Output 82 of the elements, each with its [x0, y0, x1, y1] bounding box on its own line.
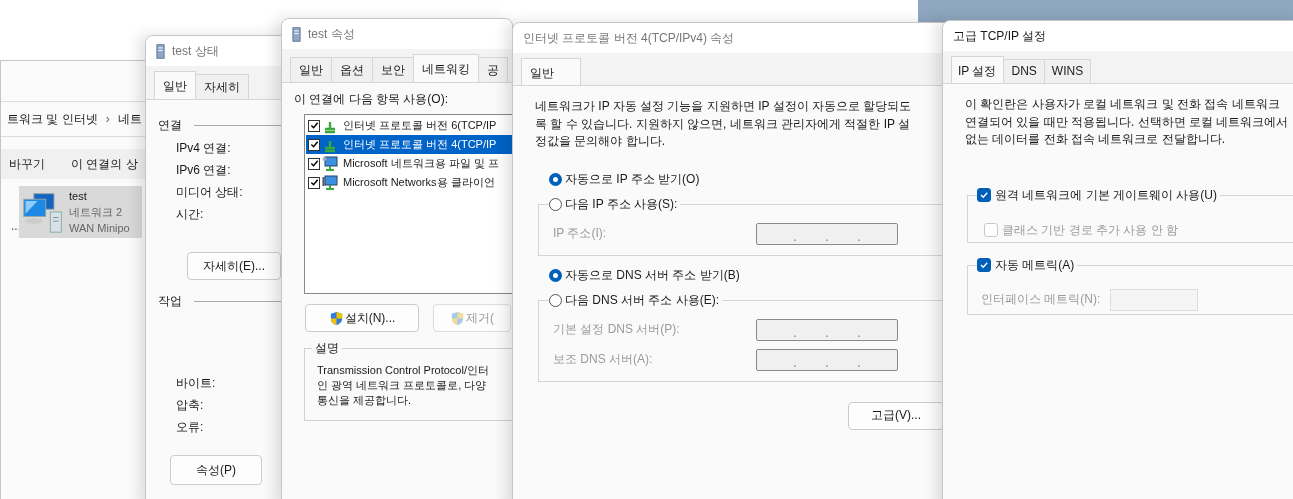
- ip-address-field[interactable]: . . .: [756, 222, 898, 245]
- toolbar-command[interactable]: 바꾸기: [9, 155, 45, 173]
- tab[interactable]: WINS: [1043, 59, 1092, 83]
- component-name: Microsoft Networks용 클라이언: [343, 175, 495, 190]
- shield-icon: [328, 310, 344, 326]
- field-label: 기본 설정 DNS 서버(P):: [553, 321, 681, 338]
- field-label: IP 주소(I):: [553, 225, 608, 242]
- window-title: 인터넷 프로토콜 버전 4(TCP/IPv4) 속성: [523, 29, 735, 47]
- monitor-icon: [322, 174, 338, 191]
- connection-detail: 네트워크 2: [69, 205, 124, 220]
- window-title: test 상태: [172, 42, 219, 60]
- component-name: 인터넷 프로토콜 버전 4(TCP/IP: [343, 137, 497, 152]
- server-icon: [292, 26, 301, 42]
- truncated-text: ...: [11, 219, 21, 233]
- server-icon: [156, 43, 165, 59]
- component-name: Microsoft 네트워크용 파일 및 프: [343, 156, 499, 171]
- field-label: 인터페이스 메트릭(N):: [981, 291, 1101, 308]
- toolbar-command[interactable]: 이 연결의 상: [71, 155, 138, 173]
- radio-button[interactable]: [549, 293, 562, 307]
- window-title: test 속성: [308, 25, 355, 43]
- ip-address-field[interactable]: . . .: [756, 318, 898, 341]
- connection-detail: WAN Minipo: [69, 221, 130, 236]
- checkbox[interactable]: [308, 176, 320, 189]
- checkbox[interactable]: [308, 119, 320, 132]
- network-computers-icon: [21, 190, 65, 234]
- radio-button[interactable]: [549, 197, 562, 211]
- tab[interactable]: 일반: [290, 57, 332, 82]
- section-heading: 연결: [158, 117, 182, 134]
- checkbox[interactable]: [308, 157, 320, 170]
- window-title: 고급 TCP/IP 설정: [953, 27, 1047, 45]
- checkbox[interactable]: [977, 188, 991, 202]
- monitor-icon: [322, 155, 338, 172]
- field-label: 오류:: [176, 419, 205, 435]
- radio-button[interactable]: [549, 268, 562, 282]
- connection-name: test: [69, 189, 88, 204]
- checkmark-icon: [979, 190, 989, 200]
- component-name: 인터넷 프로토콜 버전 6(TCP/IP: [343, 118, 497, 133]
- tab[interactable]: 일반: [154, 71, 196, 99]
- breadcrumb-item[interactable]: 트워크 및 인터넷: [7, 110, 98, 128]
- tab[interactable]: 일반: [521, 58, 581, 85]
- radio-label: 다음 IP 주소 사용(S):: [565, 195, 678, 213]
- radio-label: 다음 DNS 서버 주소 사용(E):: [565, 291, 719, 309]
- intro-text: 네트워크가 IP 자동 설정 기능을 지원하면 IP 설정이 자동으로 할당되도 록 할 수 있습니다. 지원하지 않으면, 네트워크 관리자에게 적절한 IP 설 정값을 문의해야 합니다.: [535, 98, 913, 150]
- radio-button[interactable]: [549, 172, 562, 186]
- breadcrumb-item[interactable]: 네트: [117, 110, 142, 128]
- checkbox-label: 자동 메트릭(A): [995, 256, 1075, 274]
- radio-label: 자동으로 DNS 서버 주소 받기(B): [565, 266, 740, 284]
- radio-label: 자동으로 IP 주소 받기(O): [565, 170, 700, 188]
- tab[interactable]: IP 설정: [951, 56, 1005, 83]
- group-legend: 설명: [312, 341, 342, 355]
- checkmark-icon: [979, 260, 989, 270]
- ip-address-field[interactable]: . . .: [756, 348, 898, 371]
- shield-icon: [450, 310, 465, 326]
- breadcrumb-separator: ›: [105, 112, 110, 126]
- properties-button[interactable]: 속성(P): [170, 455, 262, 485]
- component-item[interactable]: 인터넷 프로토콜 버전 6(TCP/IP: [306, 116, 512, 135]
- tab[interactable]: 네트워킹: [413, 54, 479, 82]
- field-label: IPv6 연결:: [176, 162, 232, 178]
- component-item[interactable]: 인터넷 프로토콜 버전 4(TCP/IP: [306, 135, 512, 154]
- field-label: 미디어 상태:: [176, 184, 244, 200]
- checkbox-label: 원격 네트워크에 기본 게이트웨이 사용(U): [995, 186, 1217, 204]
- field-label: 바이트:: [176, 375, 217, 391]
- install-button[interactable]: 설치(N)...: [305, 304, 419, 332]
- tab[interactable]: 공: [478, 57, 508, 82]
- section-heading: 작업: [158, 293, 182, 310]
- component-item[interactable]: Microsoft Networks용 클라이언: [306, 173, 512, 192]
- field-label: 보조 DNS 서버(A):: [553, 351, 654, 368]
- details-button[interactable]: 자세히(E)...: [187, 252, 281, 280]
- field-label: 시간:: [176, 206, 205, 222]
- metric-field[interactable]: [1110, 288, 1199, 311]
- list-label: 이 연결에 다음 항목 사용(O):: [294, 91, 449, 108]
- field-label: 압축:: [176, 397, 205, 413]
- component-item[interactable]: Microsoft 네트워크용 파일 및 프: [306, 154, 512, 173]
- checkbox-label: 클래스 기반 경로 추가 사용 안 함: [1002, 221, 1178, 239]
- connection-item[interactable]: test 네트워크 2 WAN Minipo: [19, 186, 142, 238]
- intro-text: 이 확인란은 사용자가 로컬 네트워크 및 전화 접속 네트워크 연결되어 있을 때만 적용됩니다. 선택하면 로컬 네트워크에서 없는 데이터를 전화 접속 네트워크로 전달합니다.: [965, 96, 1290, 148]
- field-label: IPv4 연결:: [176, 140, 232, 156]
- tab[interactable]: 자세히: [195, 74, 249, 99]
- checkbox[interactable]: [977, 258, 991, 272]
- description-text: Transmission Control Protocol/인터 인 광역 네트워크 프로토콜로, 다양 통신을 제공합니다.: [317, 363, 490, 408]
- checkbox[interactable]: [308, 138, 320, 151]
- advanced-button[interactable]: 고급(V)...: [848, 401, 944, 430]
